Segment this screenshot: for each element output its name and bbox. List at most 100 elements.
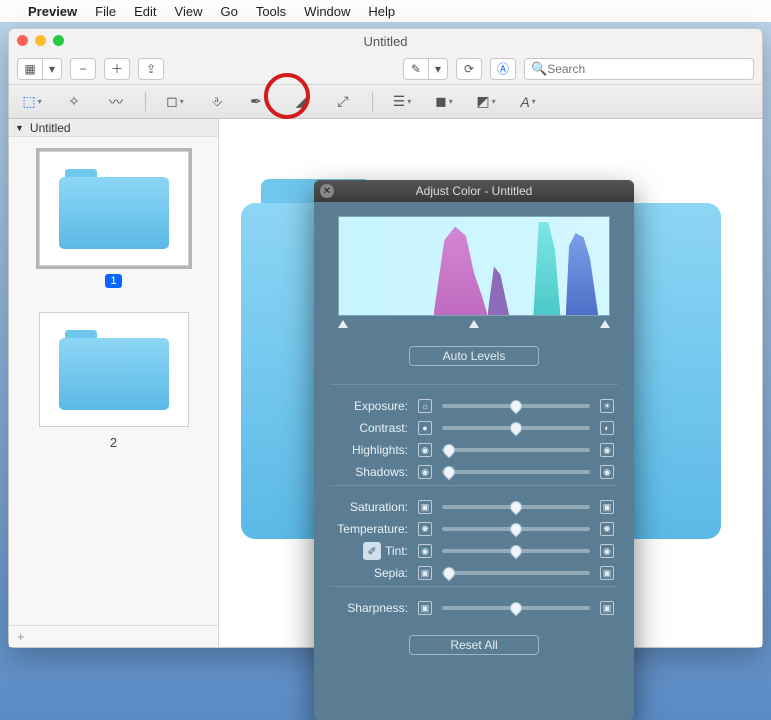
shadows-slider[interactable] bbox=[442, 470, 590, 474]
menu-tools[interactable]: Tools bbox=[256, 4, 286, 19]
menu-edit[interactable]: Edit bbox=[134, 4, 156, 19]
sepia-row: Sepia:▣▣ bbox=[330, 562, 618, 584]
panel-close-button[interactable]: ✕ bbox=[320, 184, 334, 198]
temperature-label: Temperature: bbox=[330, 522, 408, 536]
panel-title: Adjust Color - Untitled bbox=[416, 184, 533, 198]
temperature-row: Temperature: ✺ ✺ bbox=[330, 518, 618, 540]
temperature-min-icon: ✺ bbox=[418, 522, 432, 536]
saturation-slider-thumb[interactable] bbox=[508, 499, 525, 516]
exposure-row: Exposure:☼☀ bbox=[330, 395, 618, 417]
shadows-slider-thumb[interactable] bbox=[441, 464, 458, 481]
contrast-slider[interactable] bbox=[442, 426, 590, 430]
black-point-handle[interactable] bbox=[338, 320, 348, 328]
close-button[interactable] bbox=[17, 35, 28, 46]
sepia-slider-thumb[interactable] bbox=[441, 565, 458, 582]
tint-label: Tint: bbox=[385, 544, 408, 558]
rotate-button[interactable]: ⟳ bbox=[456, 58, 482, 80]
font-tool[interactable]: A▾ bbox=[515, 91, 541, 113]
contrast-row: Contrast:●◐ bbox=[330, 417, 618, 439]
temperature-slider-thumb[interactable] bbox=[508, 521, 525, 538]
separator bbox=[372, 92, 373, 112]
sidebar-footer: + bbox=[9, 625, 218, 647]
contrast-slider-thumb[interactable] bbox=[508, 420, 525, 437]
highlights-slider-thumb[interactable] bbox=[441, 442, 458, 459]
thumbnail[interactable]: 2 bbox=[34, 312, 194, 450]
macos-menubar: Preview File Edit View Go Tools Window Help bbox=[0, 0, 771, 22]
saturation-max-icon: ▣ bbox=[600, 500, 614, 514]
highlight-button[interactable]: ✎ bbox=[403, 58, 429, 80]
highlights-row: Highlights:◉◉ bbox=[330, 439, 618, 461]
shapes-tool[interactable]: ◻▾ bbox=[162, 91, 188, 113]
highlights-label: Highlights: bbox=[330, 443, 408, 457]
sharpness-slider[interactable] bbox=[442, 606, 590, 610]
view-mode-menu[interactable]: ▾ bbox=[43, 58, 62, 80]
white-point-handle[interactable] bbox=[600, 320, 610, 328]
search-field[interactable]: 🔍 bbox=[524, 58, 754, 80]
levels-sliders[interactable] bbox=[338, 320, 610, 328]
saturation-slider[interactable] bbox=[442, 505, 590, 509]
app-name[interactable]: Preview bbox=[28, 4, 77, 19]
shadows-label: Shadows: bbox=[330, 465, 408, 479]
highlights-slider[interactable] bbox=[442, 448, 590, 452]
menu-go[interactable]: Go bbox=[220, 4, 237, 19]
minimize-button[interactable] bbox=[35, 35, 46, 46]
menu-file[interactable]: File bbox=[95, 4, 116, 19]
exposure-min-icon: ☼ bbox=[418, 399, 432, 413]
add-page-icon[interactable]: + bbox=[17, 629, 25, 644]
zoom-button[interactable] bbox=[53, 35, 64, 46]
sharpness-row: Sharpness: ▣ ▣ bbox=[330, 597, 618, 619]
sidebar-title: Untitled bbox=[30, 121, 71, 135]
menu-help[interactable]: Help bbox=[368, 4, 395, 19]
reset-all-button[interactable]: Reset All bbox=[409, 635, 539, 655]
saturation-label: Saturation: bbox=[330, 500, 408, 514]
sign-tool[interactable]: ✒▾ bbox=[246, 91, 272, 113]
adjust-color-tool[interactable]: ◢ bbox=[288, 91, 314, 113]
temperature-max-icon: ✺ bbox=[600, 522, 614, 536]
search-icon: 🔍 bbox=[531, 61, 547, 77]
sidebar-header[interactable]: ▼ Untitled bbox=[9, 119, 218, 137]
exposure-max-icon: ☀ bbox=[600, 399, 614, 413]
sepia-slider[interactable] bbox=[442, 571, 590, 575]
menu-window[interactable]: Window bbox=[304, 4, 350, 19]
eyedropper-button[interactable]: ✐ bbox=[363, 542, 381, 560]
sharpness-max-icon: ▣ bbox=[600, 601, 614, 615]
share-button[interactable]: ⇪ bbox=[138, 58, 164, 80]
saturation-min-icon: ▣ bbox=[418, 500, 432, 514]
sharpness-label: Sharpness: bbox=[330, 601, 408, 615]
fill-color-tool[interactable]: ◩▾ bbox=[473, 91, 499, 113]
search-input[interactable] bbox=[547, 62, 747, 76]
tint-slider-thumb[interactable] bbox=[508, 543, 525, 560]
exposure-slider[interactable] bbox=[442, 404, 590, 408]
disclosure-icon: ▼ bbox=[15, 123, 24, 133]
auto-levels-button[interactable]: Auto Levels bbox=[409, 346, 539, 366]
slider-group-light: Exposure:☼☀Contrast:●◐Highlights:◉◉Shado… bbox=[330, 384, 618, 485]
tint-max-icon: ◉ bbox=[600, 544, 614, 558]
sharpness-slider-thumb[interactable] bbox=[508, 600, 525, 617]
sepia-max-icon: ▣ bbox=[600, 566, 614, 580]
markup-button[interactable]: Ⓐ bbox=[490, 58, 516, 80]
adjust-size-tool[interactable]: ⤢ bbox=[330, 91, 356, 113]
exposure-slider-thumb[interactable] bbox=[508, 398, 525, 415]
adjust-color-panel: ✕ Adjust Color - Untitled Auto Levels Ex… bbox=[314, 180, 634, 720]
border-color-tool[interactable]: ◼▾ bbox=[431, 91, 457, 113]
shadows-max-icon: ◉ bbox=[600, 465, 614, 479]
text-tool[interactable]: ⎀ bbox=[204, 91, 230, 113]
highlight-menu[interactable]: ▾ bbox=[429, 58, 448, 80]
menu-view[interactable]: View bbox=[175, 4, 203, 19]
shadows-row: Shadows:◉◉ bbox=[330, 461, 618, 483]
zoom-out-button[interactable]: − bbox=[70, 58, 96, 80]
select-tool[interactable]: ⬚▾ bbox=[19, 91, 45, 113]
view-mode-button[interactable]: ▦ bbox=[17, 58, 43, 80]
line-style-tool[interactable]: ☰▾ bbox=[389, 91, 415, 113]
zoom-in-button[interactable]: ＋ bbox=[104, 58, 130, 80]
sketch-tool[interactable]: 〰 bbox=[103, 91, 129, 113]
mid-point-handle[interactable] bbox=[469, 320, 479, 328]
temperature-slider[interactable] bbox=[442, 527, 590, 531]
instant-alpha-tool[interactable]: ✧ bbox=[61, 91, 87, 113]
sharpness-min-icon: ▣ bbox=[418, 601, 432, 615]
panel-titlebar[interactable]: ✕ Adjust Color - Untitled bbox=[314, 180, 634, 202]
markup-toolbar: ⬚▾ ✧ 〰 ◻▾ ⎀ ✒▾ ◢ ⤢ ☰▾ ◼▾ ◩▾ A▾ bbox=[9, 85, 762, 119]
slider-group-sharp: Sharpness: ▣ ▣ bbox=[330, 586, 618, 621]
tint-slider[interactable] bbox=[442, 549, 590, 553]
thumbnail[interactable]: 1 bbox=[34, 151, 194, 288]
